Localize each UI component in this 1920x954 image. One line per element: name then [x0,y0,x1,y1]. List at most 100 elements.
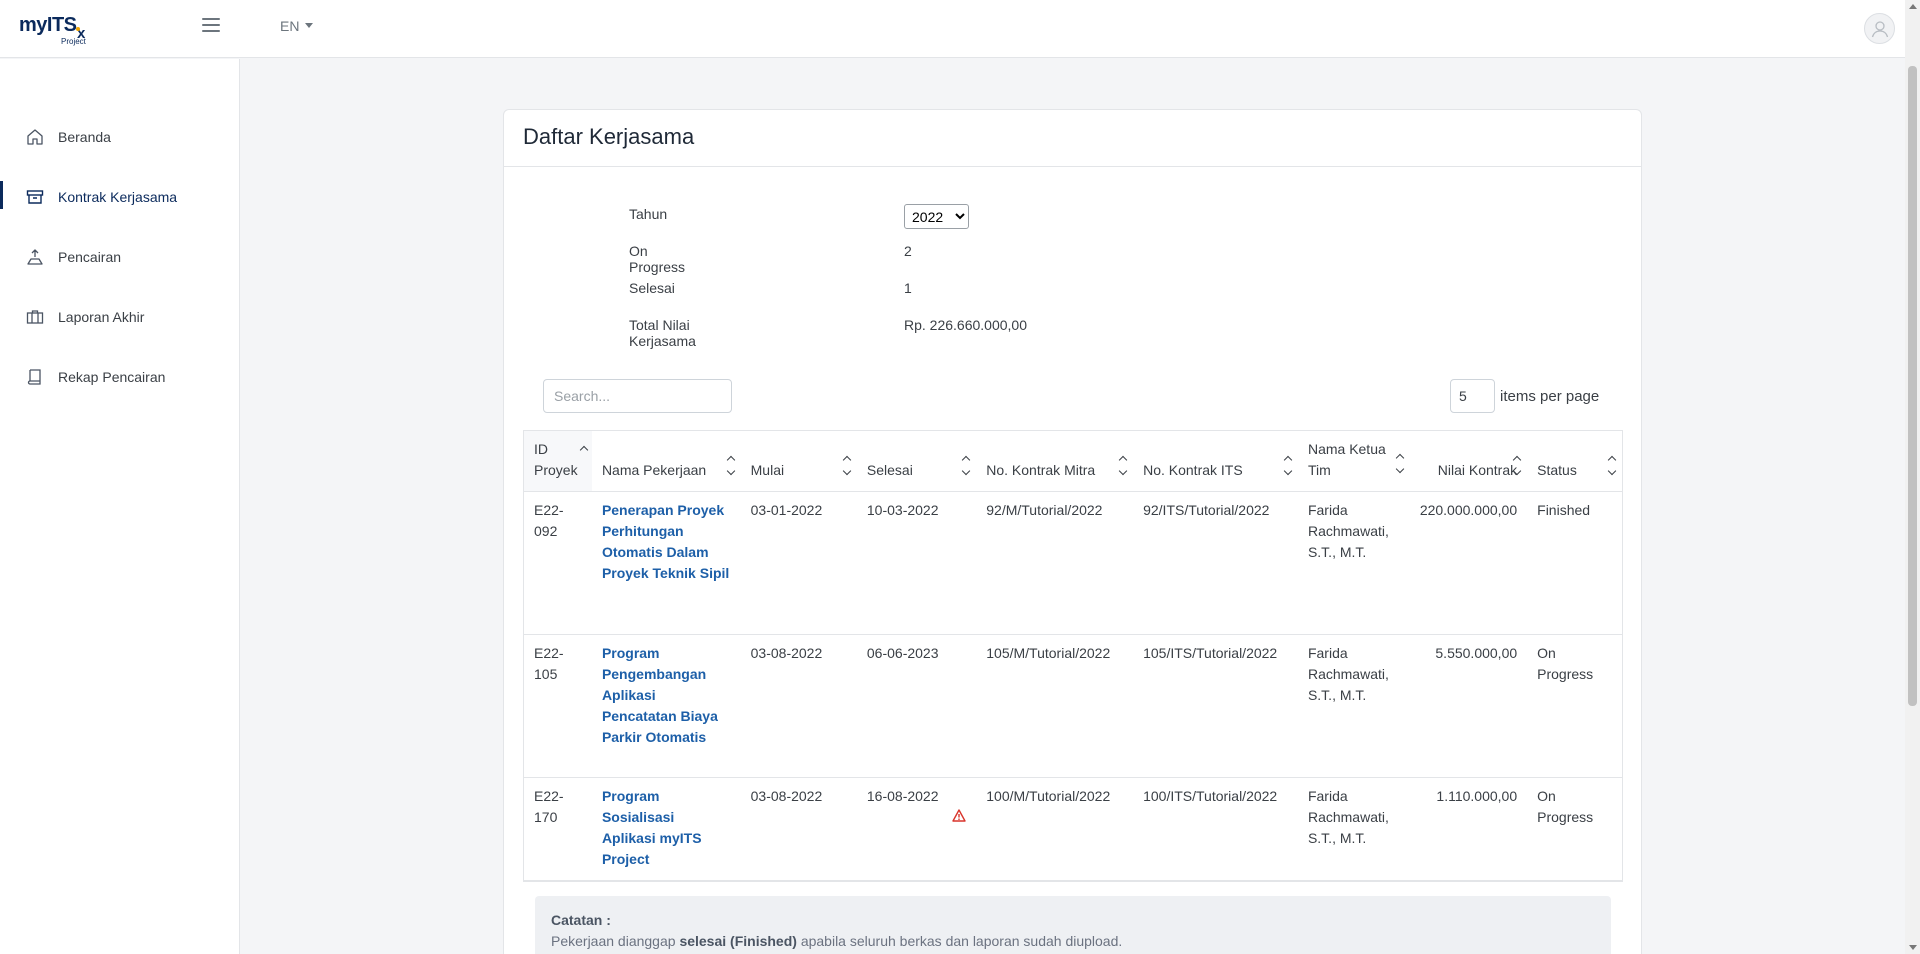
project-link[interactable]: Penerapan Proyek Perhitungan Otomatis Da… [602,502,729,581]
cell-status: On Progress [1527,777,1622,881]
note-box: Catatan : Pekerjaan dianggap selesai (Fi… [535,896,1611,954]
cell-id: E22-105 [524,634,592,778]
search-input[interactable] [543,379,732,413]
header-label: ID Proyek [534,441,578,478]
column-header-end[interactable]: Selesai [856,431,977,492]
cell-name: Program Pengembangan Aplikasi Pencatatan… [591,634,741,778]
cell-start: 03-08-2022 [750,788,823,804]
sidebar-nav: Beranda Kontrak Kerjasama Pencairan Lapo… [0,107,239,407]
sort-icon[interactable] [1607,455,1617,476]
page-scrollbar[interactable] [1905,0,1920,954]
cell-name: Penerapan Proyek Perhitungan Otomatis Da… [591,491,741,635]
sort-icon[interactable] [962,455,971,476]
cell-leader: Farida Rachmawati, S.T., M.T. [1297,491,1410,635]
cell-end: 06-06-2023 [856,634,977,778]
sidebar-item-label: Rekap Pencairan [58,369,166,385]
column-header-leader[interactable]: Nama Ketua Tim [1297,431,1410,492]
column-header-partner-contract[interactable]: No. Kontrak Mitra [976,431,1134,492]
cell-leader: Farida Rachmawati, S.T., M.T. [1297,634,1410,778]
sidebar-item-pencairan[interactable]: Pencairan [0,227,239,287]
sidebar-item-beranda[interactable]: Beranda [0,107,239,167]
cell-end: 10-03-2022 [856,491,977,635]
sidebar-item-rekap-pencairan[interactable]: Rekap Pencairan [0,347,239,407]
project-link[interactable]: Program Pengembangan Aplikasi Pencatatan… [602,645,718,745]
cell-end-wrapper: 03-08-2022 [740,777,857,881]
logo-text: myITS [19,14,77,36]
year-select[interactable]: 2022 [904,204,969,229]
warning-icon[interactable] [867,807,966,828]
on-progress-label: On Progress [629,243,686,275]
cell-name: Program Sosialisasi Aplikasi myITS Proje… [591,777,741,881]
cell-its-contract: 105/ITS/Tutorial/2022 [1133,634,1298,778]
cell-status: Finished [1527,491,1622,635]
header-label: Nama Ketua Tim [1307,441,1386,478]
column-header-name[interactable]: Nama Pekerjaan [591,431,741,492]
archive-icon [26,188,44,206]
cell-value: 220.000.000,00 [1409,491,1528,635]
note-title: Catatan : [551,912,611,928]
home-icon [26,128,44,146]
language-label: EN [280,18,300,34]
total-value: Rp. 226.660.000,00 [904,317,1027,333]
language-selector[interactable]: EN [280,18,314,34]
year-label: Tahun [629,206,668,222]
scrollbar-thumb[interactable] [1908,66,1917,706]
header-label: No. Kontrak ITS [1143,462,1243,478]
sidebar-item-laporan-akhir[interactable]: Laporan Akhir [0,287,239,347]
cell-start: 03-08-2022 [740,634,857,778]
scroll-down-icon[interactable] [1909,945,1917,950]
on-progress-value: 2 [904,243,912,259]
contract-list-card: Daftar Kerjasama Tahun 2022 On Progress … [503,109,1642,954]
card-divider [504,166,1641,167]
column-header-id[interactable]: ID Proyek [524,431,592,492]
briefcase-icon [26,308,44,326]
scroll-up-icon[interactable] [1909,4,1917,9]
sort-icon[interactable] [1118,455,1128,476]
sidebar-item-label: Laporan Akhir [58,309,145,325]
sidebar-item-kontrak-kerjasama[interactable]: Kontrak Kerjasama [0,167,239,227]
table-row: E22-092 Penerapan Proyek Perhitungan Oto… [524,491,1622,635]
note-text-after: apabila seluruh berkas dan laporan sudah… [800,933,1123,949]
top-bar: myITS x Project EN [0,0,1905,58]
note-text: Pekerjaan dianggap selesai (Finished) ap… [551,931,1595,952]
items-per-page-input[interactable] [1450,379,1495,413]
cell-status: On Progress [1527,634,1622,778]
cell-partner-contract: 105/M/Tutorial/2022 [976,634,1134,778]
table-row: E22-105 Program Pengembangan Aplikasi Pe… [524,634,1622,778]
header-label: Nama Pekerjaan [601,462,707,478]
table-row: E22-170 Program Sosialisasi Aplikasi myI… [524,777,1622,881]
project-link[interactable]: Program Sosialisasi Aplikasi myITS Proje… [602,788,702,867]
finished-value: 1 [904,280,912,296]
disbursement-icon [26,248,44,266]
note-text-bold: selesai (Finished) [679,933,797,949]
column-header-start[interactable]: Mulai [740,431,857,492]
items-per-page: items per page [1450,379,1599,413]
sort-icon[interactable] [1512,455,1522,476]
contract-table: ID Proyek Nama Pekerjaan Mulai Selesai N… [523,430,1623,882]
sort-icon[interactable] [842,455,852,476]
cell-its-contract: 92/ITS/Tutorial/2022 [1133,491,1298,635]
column-header-value[interactable]: Nilai Kontrak [1409,431,1528,492]
sort-icon[interactable] [1395,453,1405,474]
header-label: Mulai [750,462,785,478]
cell-id: E22-092 [524,491,592,635]
cell-its-contract: 100/ITS/Tutorial/2022 [1133,777,1298,881]
header-label: No. Kontrak Mitra [986,462,1096,478]
user-avatar-icon[interactable] [1864,13,1895,44]
sort-icon[interactable] [579,445,589,463]
cell-partner-contract: 100/M/Tutorial/2022 [976,777,1134,881]
caret-down-icon [305,23,314,28]
column-header-status[interactable]: Status [1527,431,1622,492]
total-label: Total Nilai Kerjasama [629,317,696,349]
note-text-before: Pekerjaan dianggap [551,933,676,949]
cell-start: 03-01-2022 [740,491,857,635]
menu-toggle-icon[interactable] [202,18,220,34]
app-logo[interactable]: myITS x Project [19,12,99,48]
cell-value: 1.110.000,00 [1409,777,1528,881]
sidebar-item-label: Beranda [58,129,111,145]
sort-icon[interactable] [726,455,735,476]
cell-value: 5.550.000,00 [1409,634,1528,778]
finished-label: Selesai [629,280,675,296]
sort-icon[interactable] [1283,455,1293,476]
column-header-its-contract[interactable]: No. Kontrak ITS [1133,431,1298,492]
